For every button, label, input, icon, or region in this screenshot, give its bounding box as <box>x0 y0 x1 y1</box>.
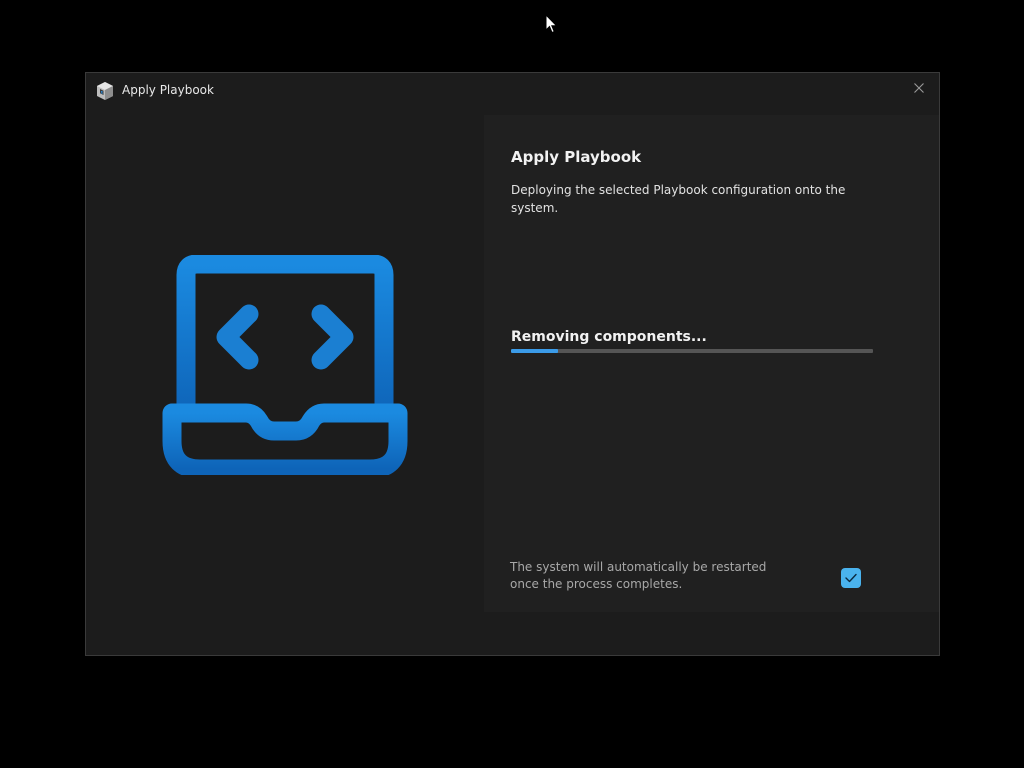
illustration-pane <box>86 107 484 654</box>
desktop: Apply Playbook Apply Playbook Deploying … <box>0 0 1024 768</box>
page-description: Deploying the selected Playbook configur… <box>511 183 846 215</box>
mouse-cursor-icon <box>545 14 558 34</box>
content-pane: Apply Playbook Deploying the selected Pl… <box>484 115 939 612</box>
close-icon <box>914 83 924 93</box>
restart-checkbox[interactable] <box>841 568 861 588</box>
apply-playbook-window: Apply Playbook Apply Playbook Deploying … <box>85 72 940 656</box>
close-button[interactable] <box>907 77 931 99</box>
laptop-code-icon <box>162 255 408 475</box>
window-title: Apply Playbook <box>122 83 214 97</box>
page-title: Apply Playbook <box>511 148 642 166</box>
title-bar: Apply Playbook <box>86 73 939 107</box>
progress-bar-fill <box>511 349 559 353</box>
playbook-app-icon <box>97 82 113 100</box>
checkmark-icon <box>845 573 857 583</box>
restart-note: The system will automatically be restart… <box>510 560 767 591</box>
progress-bar <box>511 349 873 353</box>
progress-status-text: Removing components... <box>511 329 707 345</box>
